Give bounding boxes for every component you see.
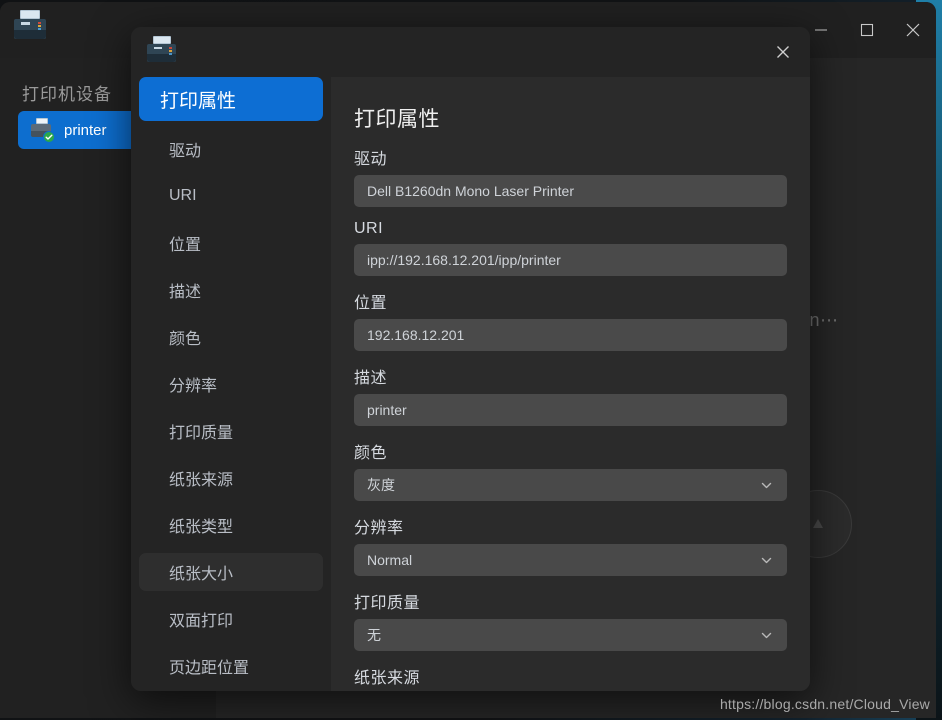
field-value: ipp://192.168.12.201/ipp/printer	[367, 252, 561, 268]
field-label-3: 描述	[354, 370, 388, 387]
dialog-titlebar[interactable]	[131, 27, 810, 77]
chevron-down-icon	[759, 553, 774, 568]
screen: 打印机设备 printer on⋯ 打印属性 驱动 URI 位置 描述 颜色 分…	[0, 0, 942, 720]
field-input-0[interactable]: Dell B1260dn Mono Laser Printer	[354, 175, 787, 207]
nav-item-label: 双面打印	[169, 613, 234, 630]
nav-item-label: 分辨率	[169, 378, 218, 395]
nav-item-label: 纸张类型	[169, 519, 234, 536]
window-controls	[798, 2, 936, 58]
nav-item-0[interactable]: 打印属性	[139, 77, 323, 121]
nav-item-12[interactable]: 页边距位置	[139, 647, 323, 685]
field-label-4: 颜色	[354, 445, 388, 462]
field-label-7: 纸张来源	[354, 670, 421, 687]
nav-item-11[interactable]: 双面打印	[139, 600, 323, 638]
sidebar-item-printer[interactable]: printer	[18, 111, 146, 149]
field-select-4[interactable]: 灰度	[354, 469, 787, 501]
page-title: 打印属性	[354, 108, 440, 131]
nav-item-label: 颜色	[169, 331, 202, 348]
field-value: Dell B1260dn Mono Laser Printer	[367, 183, 575, 199]
close-icon[interactable]	[890, 7, 936, 53]
printer-properties-dialog: 打印属性 驱动 URI 位置 描述 颜色 分辨率 打印质量 纸张来源 纸张类型 纸张大小 双面打印 页边…	[131, 27, 810, 691]
field-label-2: 位置	[354, 295, 388, 312]
field-value: 灰度	[367, 477, 395, 493]
field-value: printer	[367, 402, 407, 418]
field-label-0: 驱动	[354, 151, 388, 168]
nav-item-label: 描述	[169, 284, 202, 301]
nav-item-label: 纸张大小	[169, 566, 234, 583]
sidebar-item-label: printer	[64, 121, 107, 139]
field-label-1: URI	[354, 220, 384, 237]
field-value: 无	[367, 627, 381, 643]
close-icon[interactable]	[762, 33, 804, 71]
nav-item-label: URI	[169, 187, 197, 204]
chevron-down-icon	[759, 628, 774, 643]
field-value: 192.168.12.201	[367, 327, 465, 343]
nav-item-label: 驱动	[169, 143, 202, 160]
nav-item-label: 打印属性	[160, 90, 237, 112]
nav-item-label: 纸张来源	[169, 472, 234, 489]
nav-item-6[interactable]: 分辨率	[139, 365, 323, 403]
printer-icon	[146, 36, 178, 66]
field-select-5[interactable]: Normal	[354, 544, 787, 576]
dialog-content-panel: 打印属性 驱动 Dell B1260dn Mono Laser Printer UR…	[331, 77, 810, 691]
field-label-6: 打印质量	[354, 595, 421, 612]
printer-connected-icon	[30, 118, 55, 143]
nav-item-1[interactable]: 驱动	[139, 130, 323, 168]
field-label-5: 分辨率	[354, 520, 404, 537]
nav-item-3[interactable]: 位置	[139, 224, 323, 262]
field-input-2[interactable]: 192.168.12.201	[354, 319, 787, 351]
sidebar-title: 打印机设备	[22, 85, 112, 104]
nav-item-9[interactable]: 纸张类型	[139, 506, 323, 544]
field-value: Normal	[367, 552, 413, 568]
fields-container: 驱动 Dell B1260dn Mono Laser Printer URI ipp:…	[354, 145, 787, 691]
field-input-1[interactable]: ipp://192.168.12.201/ipp/printer	[354, 244, 787, 276]
nav-item-8[interactable]: 纸张来源	[139, 459, 323, 497]
maximize-icon[interactable]	[844, 7, 890, 53]
nav-item-5[interactable]: 颜色	[139, 318, 323, 356]
nav-item-10[interactable]: 纸张大小	[139, 553, 323, 591]
nav-item-7[interactable]: 打印质量	[139, 412, 323, 450]
nav-item-label: 位置	[169, 237, 202, 254]
nav-item-4[interactable]: 描述	[139, 271, 323, 309]
field-input-3[interactable]: printer	[354, 394, 787, 426]
nav-item-label: 页边距位置	[169, 660, 250, 677]
dialog-nav-list[interactable]: 打印属性驱动 URI 位置描述颜色分辨率打印质量纸张来源纸张类型纸张大小双面打印页边…	[131, 77, 331, 691]
watermark: https://blog.csdn.net/Cloud_View	[719, 696, 930, 712]
printer-icon	[12, 10, 48, 44]
nav-item-2[interactable]: URI	[139, 177, 323, 215]
chevron-down-icon	[759, 478, 774, 493]
field-select-6[interactable]: 无	[354, 619, 787, 651]
nav-item-label: 打印质量	[169, 425, 234, 442]
